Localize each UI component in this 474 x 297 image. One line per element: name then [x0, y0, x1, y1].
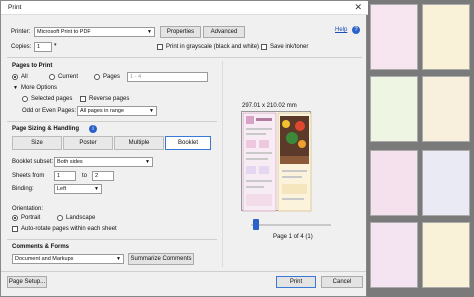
- odd-even-value: All pages in range: [80, 108, 125, 114]
- page-preview: [241, 111, 312, 212]
- thumbnail-page: [370, 150, 418, 216]
- divider: [7, 121, 217, 122]
- tab-multiple[interactable]: Multiple: [114, 136, 164, 150]
- divider: [1, 271, 366, 272]
- booklet-subset-label: Booklet subset:: [12, 159, 54, 165]
- stepper-arrows-icon[interactable]: ▾: [54, 42, 57, 48]
- thumbnail-page: [422, 4, 470, 70]
- current-radio[interactable]: [49, 74, 55, 80]
- copies-input[interactable]: 1: [34, 42, 52, 52]
- tab-size-label: Size: [31, 140, 43, 146]
- divider: [7, 239, 217, 240]
- landscape-label: Landscape: [66, 215, 96, 221]
- copies-label: Copies:: [11, 44, 32, 50]
- grayscale-checkbox[interactable]: [157, 44, 163, 50]
- summarize-comments-button[interactable]: Summarize Comments: [128, 253, 194, 265]
- odd-even-select[interactable]: All pages in range ▼: [77, 106, 157, 116]
- thumbnail-page: [422, 76, 470, 142]
- comments-forms-value: Document and Markups: [15, 256, 74, 262]
- pages-label: Pages: [103, 74, 121, 80]
- portrait-radio[interactable]: [12, 215, 18, 221]
- odd-even-label: Odd or Even Pages:: [22, 108, 77, 114]
- chevron-down-icon: ▼: [147, 29, 152, 35]
- chevron-down-icon: ▼: [145, 159, 150, 165]
- sheets-from-input[interactable]: 1: [54, 171, 76, 181]
- divider: [7, 57, 362, 58]
- tab-booklet[interactable]: Booklet: [165, 136, 211, 150]
- current-label: Current: [58, 74, 79, 80]
- help-link[interactable]: Help: [335, 27, 347, 33]
- save-ink-checkbox[interactable]: [261, 44, 267, 50]
- page-setup-button[interactable]: Page Setup...: [7, 276, 47, 288]
- cancel-button[interactable]: Cancel: [321, 276, 363, 288]
- booklet-subset-select[interactable]: Both sides ▼: [54, 157, 153, 167]
- thumbnail-page: [370, 222, 418, 288]
- all-radio[interactable]: [12, 74, 18, 80]
- tab-multiple-label: Multiple: [128, 140, 150, 146]
- properties-button[interactable]: Properties: [160, 26, 201, 38]
- printer-select[interactable]: Microsoft Print to PDF ▼: [34, 27, 155, 37]
- tab-poster[interactable]: Poster: [63, 136, 113, 150]
- booklet-subset-value: Both sides: [57, 159, 83, 165]
- auto-rotate-checkbox[interactable]: [12, 226, 18, 232]
- print-button[interactable]: Print: [276, 276, 316, 288]
- selected-pages-radio[interactable]: [22, 96, 28, 102]
- comments-forms-title: Comments & Forms: [12, 244, 70, 250]
- landscape-radio[interactable]: [57, 215, 63, 221]
- comments-forms-select[interactable]: Document and Markups ▼: [12, 254, 124, 264]
- window-title: Print: [8, 4, 22, 11]
- auto-rotate-label: Auto-rotate pages within each sheet: [21, 226, 117, 232]
- chevron-down-icon: ▼: [149, 108, 154, 114]
- sheets-from-label: Sheets from: [12, 173, 45, 179]
- grayscale-label: Print in grayscale (black and white): [166, 44, 260, 50]
- info-icon[interactable]: i: [89, 125, 97, 133]
- page-sizing-title: Page Sizing & Handling: [12, 126, 80, 132]
- selected-pages-label: Selected pages: [31, 96, 73, 102]
- help-icon[interactable]: ?: [352, 26, 360, 34]
- page-indicator: Page 1 of 4 (1): [273, 234, 313, 240]
- title-bar: Print ✕: [1, 1, 368, 15]
- pages-radio[interactable]: [94, 74, 100, 80]
- binding-select[interactable]: Left ▼: [54, 184, 102, 194]
- binding-label: Binding:: [12, 186, 34, 192]
- more-options-label[interactable]: More Options: [21, 85, 57, 91]
- all-label: All: [21, 74, 28, 80]
- save-ink-label: Save ink/toner: [270, 44, 309, 50]
- chevron-down-icon: ▼: [116, 256, 121, 262]
- page-slider-thumb[interactable]: [253, 219, 259, 230]
- reverse-pages-checkbox[interactable]: [80, 96, 86, 102]
- preview-panel: 297.01 x 210.02 mm Page 1 of 4 (1): [222, 61, 364, 267]
- thumbnail-page: [370, 4, 418, 70]
- tab-poster-label: Poster: [79, 140, 97, 146]
- orientation-title: Orientation:: [12, 206, 44, 212]
- print-dialog: Print ✕ Printer: Microsoft Print to PDF …: [0, 0, 368, 297]
- tab-size[interactable]: Size: [12, 136, 62, 150]
- expand-triangle-icon[interactable]: ▼: [13, 85, 18, 91]
- advanced-button[interactable]: Advanced: [203, 26, 245, 38]
- preview-size-text: 297.01 x 210.02 mm: [242, 103, 297, 109]
- portrait-label: Portrait: [21, 215, 41, 221]
- pages-to-print-title: Pages to Print: [12, 63, 53, 69]
- printer-value: Microsoft Print to PDF: [37, 29, 91, 35]
- background-document-area: [367, 0, 474, 297]
- binding-value: Left: [57, 186, 67, 192]
- printer-label: Printer:: [11, 29, 31, 35]
- tab-booklet-label: Booklet: [177, 140, 198, 146]
- reverse-pages-label: Reverse pages: [89, 96, 130, 102]
- chevron-down-icon: ▼: [94, 186, 99, 192]
- thumbnail-page: [422, 222, 470, 288]
- sheets-to-label: to: [82, 173, 88, 179]
- preview-content-illustration: [242, 112, 312, 212]
- pages-range-input[interactable]: 1 - 4: [127, 72, 208, 82]
- page-slider-track[interactable]: [251, 224, 331, 226]
- thumbnail-page: [370, 76, 418, 142]
- thumbnail-page: [422, 150, 470, 216]
- sheets-to-input[interactable]: 2: [92, 171, 114, 181]
- close-icon[interactable]: ✕: [354, 2, 362, 13]
